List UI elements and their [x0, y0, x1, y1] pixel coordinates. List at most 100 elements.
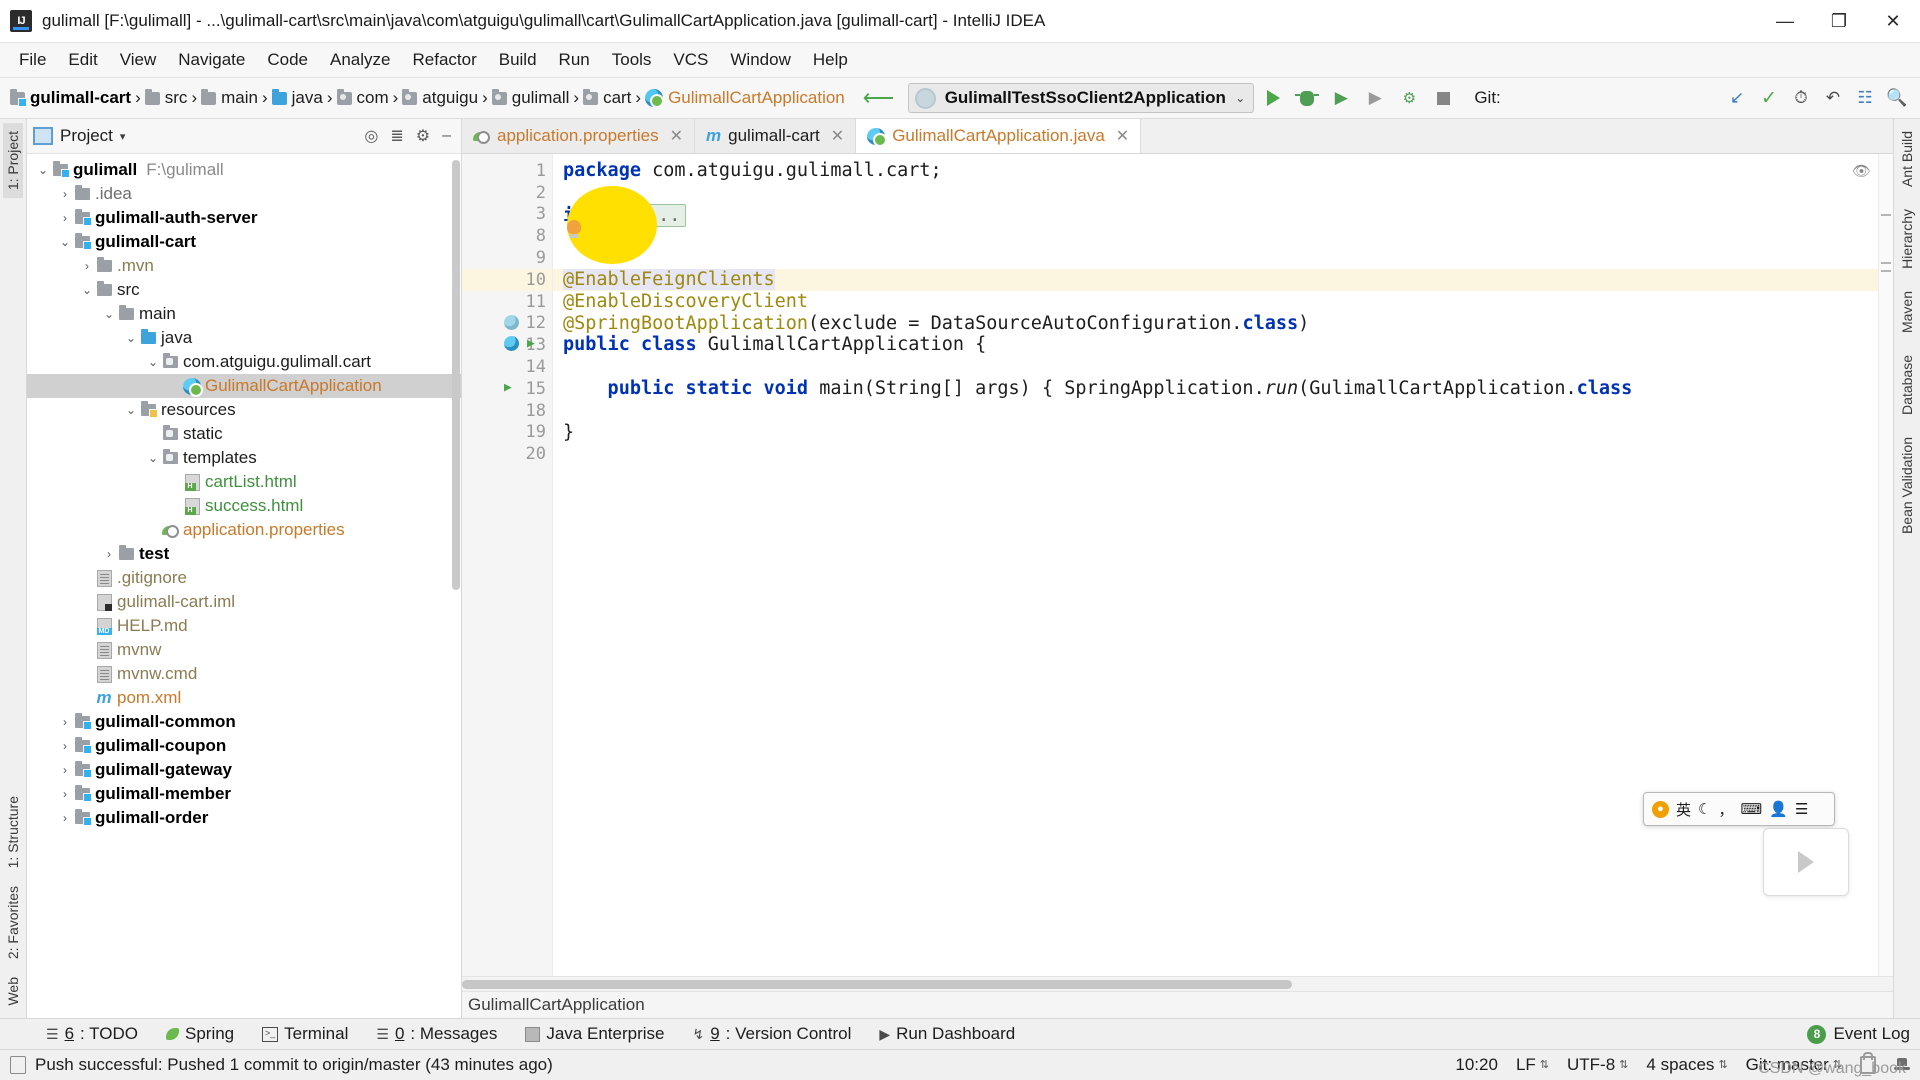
minimize-button[interactable]: — — [1758, 0, 1812, 42]
status-message[interactable]: Push successful: Pushed 1 commit to orig… — [35, 1055, 553, 1075]
tree-node-static[interactable]: static — [27, 422, 461, 446]
gutter-line-14[interactable]: 14 — [462, 356, 552, 378]
video-overlay-box[interactable] — [1763, 828, 1849, 896]
chevron-down-icon[interactable]: ⌄ — [145, 355, 161, 369]
collapse-all-icon[interactable]: ≣ — [390, 126, 403, 146]
event-log-button[interactable]: 8 Event Log — [1807, 1024, 1910, 1044]
chevron-down-icon[interactable]: ⌄ — [35, 163, 51, 177]
back-arrow-icon[interactable]: ⟵ — [863, 85, 895, 111]
chevron-down-icon[interactable]: ⌄ — [79, 283, 95, 297]
gutter-line-3[interactable]: 3 — [462, 204, 552, 226]
breadcrumb-gulimall[interactable]: gulimall — [488, 86, 574, 110]
tool-window-version-control[interactable]: ↯ 9: Version Control — [678, 1019, 865, 1049]
breadcrumb-cart[interactable]: cart — [579, 86, 635, 110]
preview-eye-icon[interactable]: 👁 — [1852, 162, 1871, 180]
tree-node-pom-xml[interactable]: m pom.xml — [27, 686, 461, 710]
chevron-down-icon[interactable]: ⌄ — [123, 403, 139, 417]
tool-window-run-dashboard[interactable]: ▶ Run Dashboard — [865, 1019, 1029, 1049]
code-line-14[interactable] — [553, 356, 1893, 378]
code-line-18[interactable] — [553, 400, 1893, 422]
menu-edit[interactable]: Edit — [57, 46, 108, 74]
tree-node-gulimall-order[interactable]: › gulimall-order — [27, 806, 461, 830]
run-button[interactable] — [1258, 83, 1288, 113]
menu-navigate[interactable]: Navigate — [167, 46, 256, 74]
menu-run[interactable]: Run — [548, 46, 601, 74]
menu-view[interactable]: View — [109, 46, 168, 74]
tree-node-src[interactable]: ⌄ src — [27, 278, 461, 302]
run-with-coverage-button[interactable]: ▶ — [1326, 83, 1356, 113]
code-line-9[interactable] — [553, 247, 1893, 269]
horizontal-scrollbar-thumb[interactable] — [462, 980, 1292, 989]
gutter-line-18[interactable]: 18 — [462, 400, 552, 422]
close-icon[interactable]: ✕ — [831, 126, 844, 146]
breadcrumb-java[interactable]: java — [268, 86, 327, 110]
gutter-line-1[interactable]: 1 — [462, 160, 552, 182]
breadcrumb-main[interactable]: main — [197, 86, 262, 110]
code-line-10[interactable]: ⌄@EnableFeignClients — [553, 268, 1893, 291]
debug-button[interactable] — [1292, 83, 1322, 113]
indent-selector[interactable]: 4 spaces ⇅ — [1646, 1055, 1727, 1075]
keyboard-icon[interactable]: ⌨ — [1740, 800, 1762, 818]
tree-node--idea[interactable]: › .idea — [27, 182, 461, 206]
caret-position[interactable]: 10:20 — [1455, 1055, 1498, 1075]
project-scrollbar[interactable] — [452, 160, 460, 590]
gutter-line-10[interactable]: 10 — [462, 268, 552, 291]
chevron-right-icon[interactable]: › — [57, 787, 73, 801]
code-line-8[interactable] — [553, 225, 1893, 247]
tree-node-gulimall-gateway[interactable]: › gulimall-gateway — [27, 758, 461, 782]
gutter-line-13[interactable]: 13 ▶ — [462, 334, 552, 356]
chevron-right-icon[interactable]: › — [57, 715, 73, 729]
tree-node-gulimallcartapplication[interactable]: GulimallCartApplication — [27, 374, 461, 398]
rail-item-database[interactable]: Database — [1897, 347, 1917, 423]
code-line-3[interactable]: +import ... — [553, 203, 1893, 228]
editor-marker-strip[interactable] — [1878, 154, 1893, 976]
intention-bulb-icon[interactable] — [567, 220, 581, 238]
menu-analyze[interactable]: Analyze — [319, 46, 401, 74]
horizontal-scrollbar-track[interactable] — [462, 976, 1893, 991]
menu-file[interactable]: File — [8, 46, 57, 74]
menu-vcs[interactable]: VCS — [662, 46, 719, 74]
rail-item-ant-build[interactable]: Ant Build — [1897, 123, 1917, 195]
menu-help[interactable]: Help — [802, 46, 859, 74]
tool-window-todo[interactable]: ☰ 6: TODO — [32, 1019, 152, 1049]
tree-node-cartlist-html[interactable]: cartList.html — [27, 470, 461, 494]
gutter-line-8[interactable]: 8 — [462, 225, 552, 247]
tool-window-messages[interactable]: ☰ 0: Messages — [362, 1019, 511, 1049]
code-content[interactable]: package com.atguigu.gulimall.cart; +impor… — [553, 154, 1893, 976]
gutter-line-19[interactable]: 19 — [462, 422, 552, 444]
tree-node-java[interactable]: ⌄ java — [27, 326, 461, 350]
check-icon[interactable]: ✓ — [1754, 83, 1784, 113]
close-icon[interactable]: ✕ — [1116, 126, 1129, 146]
menu-tools[interactable]: Tools — [601, 46, 663, 74]
tree-node-test[interactable]: › test — [27, 542, 461, 566]
breadcrumb-module[interactable]: gulimall-cart — [6, 86, 135, 110]
code-line-1[interactable]: package com.atguigu.gulimall.cart; — [553, 160, 1893, 182]
profile-button[interactable]: ▶ — [1360, 83, 1390, 113]
update-project-icon[interactable]: ↙ — [1722, 83, 1752, 113]
encoding-selector[interactable]: UTF-8 ⇅ — [1567, 1055, 1628, 1075]
breadcrumb-src[interactable]: src — [141, 86, 192, 110]
code-line-15[interactable]: ⌄ public static void main(String[] args)… — [553, 378, 1893, 400]
gutter-line-9[interactable]: 9 — [462, 247, 552, 269]
rail-item-favorites[interactable]: 2: Favorites — [3, 878, 23, 967]
tree-node-gulimall-cart[interactable]: ⌄ gulimall-cart — [27, 230, 461, 254]
tree-node-mvnw-cmd[interactable]: mvnw.cmd — [27, 662, 461, 686]
chevron-right-icon[interactable]: › — [57, 187, 73, 201]
tab-gulimall-cart-application[interactable]: GulimallCartApplication.java ✕ — [856, 119, 1142, 153]
rail-item-maven[interactable]: Maven — [1897, 283, 1917, 341]
close-icon[interactable]: ✕ — [670, 126, 683, 146]
tree-node-main[interactable]: ⌄ main — [27, 302, 461, 326]
comma-icon[interactable]: ， — [1718, 799, 1733, 820]
chevron-down-icon[interactable]: ⌄ — [57, 235, 73, 249]
gutter-line-11[interactable]: 11 — [462, 291, 552, 313]
tree-node-gulimall[interactable]: ⌄ gulimall F:\gulimall — [27, 158, 461, 182]
project-tree[interactable]: ⌄ gulimall F:\gulimall › .idea › gulimall-auth… — [27, 154, 461, 1018]
chevron-right-icon[interactable]: › — [57, 763, 73, 777]
chevron-right-icon[interactable]: › — [57, 811, 73, 825]
menu-icon[interactable]: ☰ — [1795, 800, 1808, 818]
open-settings-icon[interactable]: ☷ — [1850, 83, 1880, 113]
close-button[interactable]: ✕ — [1866, 0, 1920, 42]
breadcrumb-com[interactable]: com — [333, 86, 393, 110]
chevron-down-icon[interactable]: ▾ — [120, 130, 126, 143]
menu-window[interactable]: Window — [719, 46, 801, 74]
